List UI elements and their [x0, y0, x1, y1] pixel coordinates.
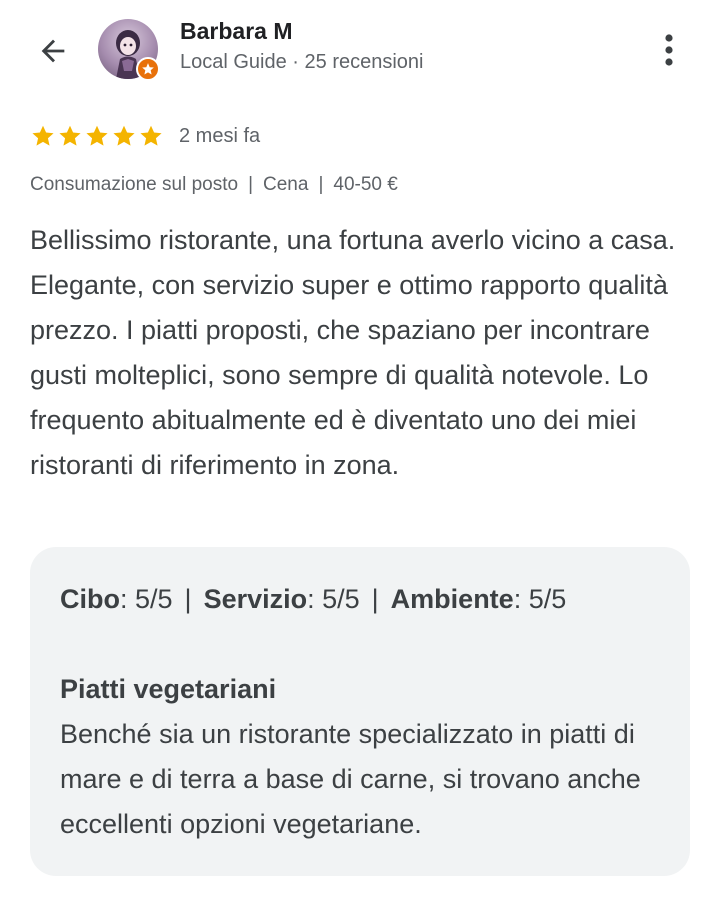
separator: | — [318, 174, 324, 195]
avatar[interactable] — [98, 19, 160, 81]
meal-type: Cena — [263, 174, 309, 195]
star-icon — [113, 125, 135, 146]
user-name[interactable]: Barbara M — [180, 18, 292, 45]
sub-ratings: Cibo: 5/5 | Servizio: 5/5 | Ambiente: 5/5 — [60, 577, 660, 622]
review-text: Bellissimo ristorante, una fortuna averl… — [30, 225, 676, 480]
food-label: Cibo — [60, 584, 120, 614]
visit-details: Consumazione sul posto | Cena | 40-50 € — [30, 174, 398, 196]
service-label: Servizio — [203, 584, 308, 614]
price-range: 40-50 € — [333, 174, 398, 195]
separator: | — [248, 174, 254, 195]
ambience-label: Ambiente — [390, 584, 514, 614]
more-vert-icon — [665, 34, 673, 66]
back-button[interactable] — [30, 28, 76, 74]
user-meta: Local Guide · 25 recensioni — [180, 51, 424, 73]
star-icon — [32, 125, 54, 146]
ambience-value: : 5/5 — [513, 584, 567, 614]
star-badge-icon — [142, 63, 154, 75]
local-guide-badge — [136, 57, 160, 81]
vegetarian-text: Benché sia un ristorante specializzato i… — [60, 719, 641, 839]
star-icon — [140, 125, 162, 146]
star-rating — [30, 123, 164, 149]
service-type: Consumazione sul posto — [30, 174, 239, 195]
rating-row: 2 mesi fa — [30, 121, 260, 151]
star-icon — [59, 125, 81, 146]
more-options-button[interactable] — [652, 28, 686, 72]
review-attributes-box: Cibo: 5/5 | Servizio: 5/5 | Ambiente: 5/5 Pi… — [30, 547, 690, 876]
separator: | — [184, 584, 192, 614]
separator: | — [371, 584, 379, 614]
star-icon — [86, 125, 108, 146]
review-date: 2 mesi fa — [179, 124, 261, 147]
review-card: Barbara M Local Guide · 25 recensioni 2 … — [0, 0, 711, 900]
vegetarian-title: Piatti vegetariani — [60, 674, 277, 704]
arrow-back-icon — [41, 39, 65, 63]
food-value: : 5/5 — [120, 584, 173, 614]
service-value: : 5/5 — [307, 584, 360, 614]
